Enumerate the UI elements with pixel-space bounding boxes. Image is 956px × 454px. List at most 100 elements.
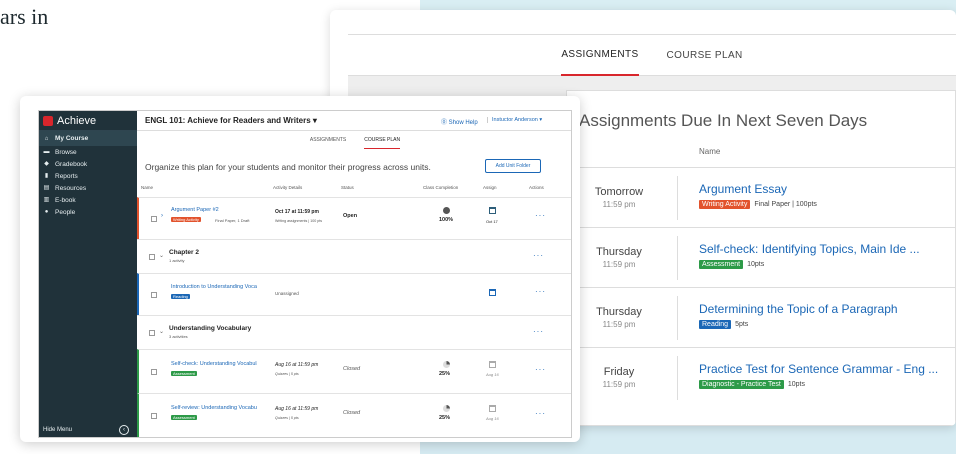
completion-percent: 25% (439, 415, 451, 421)
row-checkbox[interactable] (151, 216, 157, 222)
calendar-icon[interactable] (489, 405, 496, 412)
sidebar-item-resources[interactable]: ▤ Resources (39, 182, 137, 194)
column-header-assign: Assign (483, 185, 497, 190)
due-time: 11:59 pm (602, 200, 636, 209)
due-row[interactable]: Thursday 11:59 pm Self-check: Identifyin… (567, 227, 956, 287)
activity-link[interactable]: Self-check: Understanding Vocabulary (171, 361, 257, 367)
sidebar: Achieve ⌂ My Course ▬ Browse ◆ Gradebook… (39, 111, 137, 437)
due-assignments-card: Assignments Due In Next Seven Days Name … (566, 90, 956, 426)
due-time: 11:59 pm (602, 320, 636, 329)
assignment-link[interactable]: Practice Test for Sentence Grammar - Eng… (699, 362, 938, 376)
section-activity-count: 1 activity (169, 258, 185, 263)
sidebar-item-label: Reports (55, 172, 78, 180)
sidebar-item-label: My Course (55, 135, 89, 142)
more-actions-icon[interactable]: ··· (535, 287, 546, 296)
tab-course-plan[interactable]: COURSE PLAN (364, 131, 401, 149)
course-plan-main: ENGL 101: Achieve for Readers and Writer… (137, 111, 571, 437)
hide-menu-button[interactable]: Hide Menu (43, 427, 72, 433)
hero-text: ars in (0, 4, 49, 29)
activity-link[interactable]: Self-review: Understanding Vocabulary (171, 405, 257, 411)
activity-badge: Diagnostic - Practice Test (699, 380, 784, 389)
row-checkbox[interactable] (151, 369, 157, 375)
more-actions-icon[interactable]: ··· (535, 365, 546, 374)
section-activity-count: 3 activities (169, 334, 188, 339)
assign-date: Aug 16 (486, 416, 499, 421)
assignment-link[interactable]: Argument Essay (699, 182, 787, 196)
sidebar-item-label: People (55, 208, 76, 216)
table-row[interactable]: Introduction to Understanding Vocabulary… (137, 273, 571, 315)
sidebar-item-ebook[interactable]: ▥ E-book (39, 194, 137, 206)
column-header-name: Name (141, 185, 154, 190)
tab-assignments[interactable]: ASSIGNMENTS (561, 34, 639, 76)
activity-meta: Final Paper, 1 Draft (215, 218, 250, 223)
show-help-button[interactable]: ⓪ Show Help (441, 117, 478, 126)
table-row[interactable]: ⌄ Chapter 2 1 activity ··· (137, 239, 571, 273)
assignment-meta: Diagnostic - Practice Test 10pts (699, 380, 805, 389)
activity-details: Quizzes | 5 pts (275, 416, 299, 420)
row-checkbox[interactable] (149, 254, 155, 260)
ebook-icon: ▥ (43, 197, 50, 203)
table-row[interactable]: Self-check: Understanding Vocabulary Ass… (137, 349, 571, 393)
table-row[interactable]: ⌄ Understanding Vocabulary 3 activities … (137, 315, 571, 349)
row-checkbox[interactable] (151, 292, 157, 298)
sidebar-item-label: Gradebook (55, 160, 88, 168)
due-row[interactable]: Tomorrow 11:59 pm Argument Essay Writing… (567, 167, 956, 227)
column-header-status: Status (341, 185, 354, 190)
chevron-down-icon[interactable]: ⌄ (159, 252, 164, 259)
add-unit-folder-button[interactable]: Add Unit Folder (485, 159, 541, 173)
activity-link[interactable]: Introduction to Understanding Vocabulary (171, 284, 257, 290)
bar-chart-icon: ▮ (44, 173, 49, 179)
activity-link[interactable]: Argument Paper #2 (171, 207, 219, 213)
status-label: Open (343, 213, 358, 219)
sidebar-item-my-course[interactable]: ⌂ My Course (39, 131, 137, 146)
achieve-logo: Achieve (39, 111, 137, 131)
sidebar-item-label: Browse (55, 148, 77, 156)
row-checkbox[interactable] (149, 330, 155, 336)
table-row[interactable]: Self-review: Understanding Vocabulary As… (137, 393, 571, 437)
activity-badge: Assessment (171, 415, 197, 420)
activity-badge: Assessment (171, 371, 197, 376)
calendar-icon[interactable] (489, 289, 496, 296)
due-row[interactable]: Thursday 11:59 pm Determining the Topic … (567, 287, 956, 347)
tab-course-plan[interactable]: COURSE PLAN (667, 34, 743, 76)
instructor-menu[interactable]: Instuctor Anderson ▾ (487, 117, 542, 123)
chevron-down-icon[interactable]: ⌄ (159, 328, 164, 335)
row-divider (677, 176, 678, 220)
due-date: Oct 17 at 11:59 pm (275, 209, 319, 215)
sidebar-item-gradebook[interactable]: ◆ Gradebook (39, 158, 137, 170)
due-day: Tomorrow (594, 186, 644, 198)
due-section-title: Assignments Due In Next Seven Days (579, 111, 868, 130)
tab-assignments[interactable]: ASSIGNMENTS (310, 131, 346, 149)
activity-badge: Writing Activity (171, 217, 201, 222)
sidebar-item-people[interactable]: ● People (39, 206, 137, 218)
more-actions-icon[interactable]: ··· (533, 251, 544, 260)
chevron-right-icon[interactable]: › (161, 213, 163, 219)
calendar-icon[interactable] (489, 361, 496, 368)
more-actions-icon[interactable]: ··· (535, 409, 546, 418)
completion-percent: 100% (439, 217, 454, 223)
row-checkbox[interactable] (151, 413, 157, 419)
sidebar-item-reports[interactable]: ▮ Reports (39, 170, 137, 182)
assignment-link[interactable]: Determining the Topic of a Paragraph (699, 302, 898, 316)
calendar-icon[interactable] (489, 207, 496, 214)
course-title-dropdown[interactable]: ENGL 101: Achieve for Readers and Writer… (145, 116, 317, 125)
activity-badge: Reading (699, 320, 732, 329)
more-actions-icon[interactable]: ··· (533, 327, 544, 336)
more-actions-icon[interactable]: ··· (535, 211, 546, 220)
due-day: Friday (603, 366, 635, 378)
assignment-details: 10pts (787, 381, 805, 389)
collapse-chevron-icon[interactable]: ‹ (119, 425, 129, 435)
due-time: 11:59 pm (602, 260, 636, 269)
status-label: Unassigned (275, 291, 299, 296)
sidebar-item-label: E-book (55, 196, 76, 204)
section-title[interactable]: Chapter 2 (169, 249, 199, 256)
section-title[interactable]: Understanding Vocabulary (169, 325, 251, 332)
assignment-link[interactable]: Self-check: Identifying Topics, Main Ide… (699, 242, 920, 256)
assignment-meta: Writing Activity Final Paper | 100pts (699, 200, 817, 209)
row-divider (677, 236, 678, 280)
table-row[interactable]: › Argument Paper #2 Writing Activity Fin… (137, 197, 571, 239)
activity-badge: Reading (171, 294, 190, 299)
sidebar-item-browse[interactable]: ▬ Browse (39, 146, 137, 158)
graduation-cap-icon: ◆ (44, 161, 49, 167)
due-row[interactable]: Friday 11:59 pm Practice Test for Senten… (567, 347, 956, 407)
